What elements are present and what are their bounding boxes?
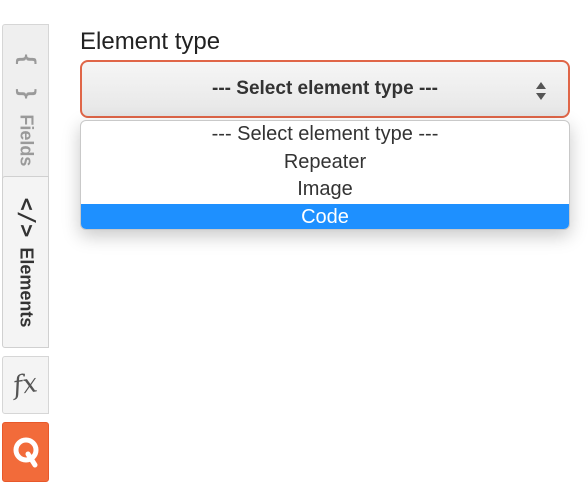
- sidebar-tabstrip: { } Fields </> Elements fx: [0, 0, 52, 485]
- option-placeholder[interactable]: --- Select element type ---: [81, 121, 569, 149]
- tab-functions[interactable]: fx: [2, 356, 49, 414]
- tab-fields-label: Fields: [16, 113, 37, 166]
- brand-logo: [13, 437, 38, 468]
- tab-elements-label: Elements: [16, 246, 37, 327]
- braces-icon: { }: [13, 52, 39, 104]
- element-type-label: Element type: [80, 28, 221, 55]
- element-type-select[interactable]: --- Select element type ---: [80, 60, 570, 118]
- tab-elements[interactable]: </> Elements: [2, 176, 49, 348]
- element-type-dropdown: --- Select element type --- Repeater Ima…: [80, 120, 570, 230]
- tab-brand[interactable]: [2, 422, 49, 482]
- tab-fields[interactable]: { } Fields: [2, 24, 49, 194]
- code-icon: </>: [13, 197, 39, 237]
- option-image[interactable]: Image: [81, 176, 569, 204]
- function-icon: fx: [11, 368, 40, 402]
- option-code[interactable]: Code: [81, 203, 569, 229]
- option-repeater[interactable]: Repeater: [81, 149, 569, 177]
- select-value: --- Select element type ---: [212, 78, 438, 99]
- sort-arrows-icon: [536, 82, 546, 100]
